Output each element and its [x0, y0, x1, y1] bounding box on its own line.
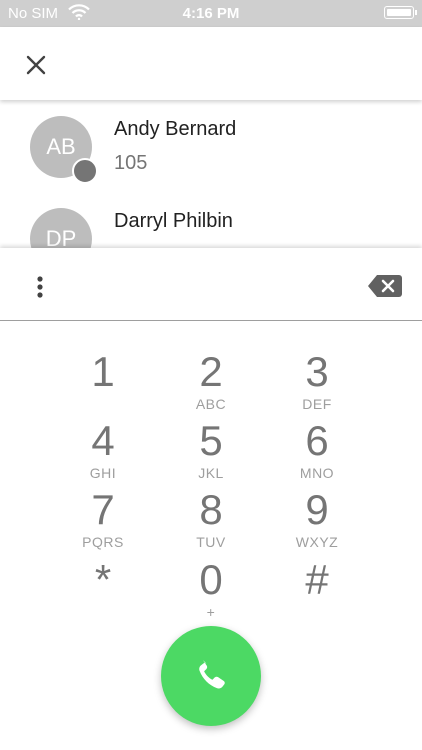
close-button[interactable] [22, 51, 50, 79]
phone-icon [72, 158, 98, 193]
key-letters: MNO [299, 465, 335, 481]
status-bar: No SIM 4:16 PM [0, 0, 422, 27]
close-icon [26, 55, 46, 75]
dialed-number-bar [0, 248, 422, 321]
key-letters: + [206, 604, 216, 620]
avatar: AB [30, 116, 98, 193]
contact-number: 105 [114, 152, 148, 174]
dialpad-key-3[interactable]: 3 DEF [272, 348, 362, 413]
key-digit: * [94, 556, 112, 603]
dialpad-key-hash[interactable]: # [272, 558, 362, 620]
key-digit: 8 [199, 486, 223, 533]
more-options-button[interactable] [30, 272, 50, 302]
contact-results-list[interactable]: AB Andy Bernard 105 DP Darryl Philbin [0, 100, 422, 248]
dialpad-key-9[interactable]: 9 WXYZ [272, 486, 362, 551]
key-digit: # [305, 556, 329, 603]
contact-name: Andy Bernard [114, 118, 237, 140]
avatar-initials: DP [45, 226, 77, 248]
contact-name: Darryl Philbin [114, 210, 233, 232]
backspace-button[interactable] [368, 275, 402, 297]
battery-icon [384, 6, 417, 19]
key-digit: 3 [305, 348, 329, 395]
key-digit: 9 [305, 486, 329, 533]
key-digit: 4 [91, 417, 115, 464]
contact-result-item[interactable]: DP Darryl Philbin [0, 192, 422, 248]
key-letters: JKL [198, 465, 224, 481]
key-digit: 2 [199, 348, 223, 395]
search-header [0, 27, 422, 100]
phone-icon [199, 659, 225, 689]
backspace-icon [368, 275, 402, 297]
key-digit: 7 [91, 486, 115, 533]
contact-result-item[interactable]: AB Andy Bernard 105 [0, 100, 422, 193]
key-letters: TUV [196, 534, 226, 550]
dialpad-key-5[interactable]: 5 JKL [166, 417, 256, 482]
key-letters: WXYZ [295, 534, 339, 550]
call-button[interactable] [161, 626, 261, 726]
dialpad-key-1[interactable]: 1 [58, 350, 148, 412]
avatar-initials: AB [46, 134, 76, 159]
key-letters: DEF [302, 396, 332, 412]
dialpad-key-4[interactable]: 4 GHI [58, 417, 148, 482]
dialpad-key-8[interactable]: 8 TUV [166, 486, 256, 551]
dialpad-key-star[interactable]: * [58, 558, 148, 620]
dialpad-key-6[interactable]: 6 MNO [272, 417, 362, 482]
more-vert-icon [37, 276, 43, 298]
key-digit: 0 [199, 556, 223, 603]
avatar: DP [30, 208, 92, 248]
dialpad-sheet: 1 2 ABC 3 DEF 4 GHI 5 JKL 6 MNO 7 PQRS 8… [0, 248, 422, 750]
dialpad-key-2[interactable]: 2 ABC [166, 348, 256, 413]
key-letters: PQRS [82, 534, 124, 550]
key-letters: ABC [195, 396, 227, 412]
key-digit: 1 [91, 348, 115, 395]
dialpad-key-0[interactable]: 0 + [166, 556, 256, 621]
key-digit: 6 [305, 417, 329, 464]
dialpad-key-7[interactable]: 7 PQRS [58, 486, 148, 551]
key-letters: GHI [89, 465, 117, 481]
key-digit: 5 [199, 417, 223, 464]
clock: 4:16 PM [182, 5, 240, 22]
